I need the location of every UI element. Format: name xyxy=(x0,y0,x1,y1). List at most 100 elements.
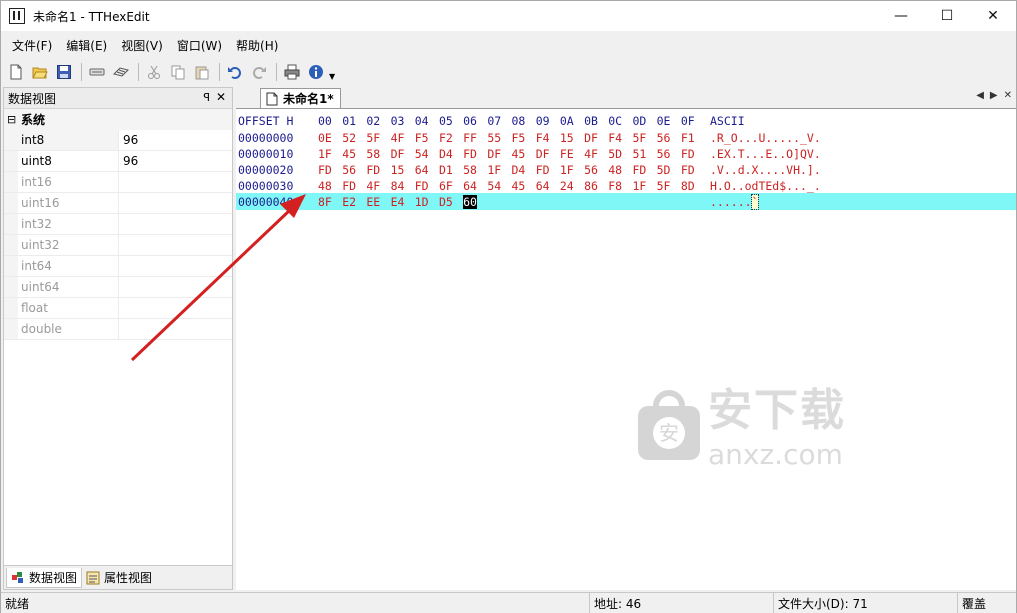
hex-byte[interactable]: EE xyxy=(366,195,390,209)
hex-byte[interactable]: FD xyxy=(415,179,439,193)
hex-byte[interactable]: FD xyxy=(536,163,560,177)
hex-byte[interactable]: 56 xyxy=(584,163,608,177)
hex-byte[interactable]: 5F xyxy=(657,179,681,193)
print-icon[interactable] xyxy=(281,61,303,83)
prop-value[interactable] xyxy=(119,277,232,297)
hex-byte[interactable]: 1F xyxy=(632,179,656,193)
hex-byte[interactable]: F1 xyxy=(681,131,705,145)
hex-byte[interactable]: D4 xyxy=(439,147,463,161)
hex-byte[interactable]: FD xyxy=(681,163,705,177)
paste-icon[interactable] xyxy=(191,61,213,83)
hex-byte[interactable]: 58 xyxy=(463,163,487,177)
prop-row-int32[interactable]: int32 xyxy=(4,214,232,235)
redo-icon[interactable] xyxy=(248,61,270,83)
hex-byte[interactable]: 1F xyxy=(560,163,584,177)
row-ascii[interactable]: .EX.T...E..O]QV. xyxy=(710,147,821,161)
hex-byte[interactable]: FE xyxy=(560,147,584,161)
hex-byte[interactable]: 24 xyxy=(560,179,584,193)
save-icon[interactable] xyxy=(53,61,75,83)
tab-document-1[interactable]: 未命名1* xyxy=(260,88,341,108)
row-ascii[interactable]: H.O..odTEd$..._. xyxy=(710,179,821,193)
hex-view[interactable]: OFFSET H 00 01 02 03 04 05 06 07 08 09 0A 0B 0C 0D 0E 0… xyxy=(236,108,1016,590)
dropdown-icon[interactable]: ▼ xyxy=(329,72,335,81)
hex-byte[interactable]: DF xyxy=(536,147,560,161)
hex-byte[interactable]: 64 xyxy=(536,179,560,193)
hex-byte[interactable]: 15 xyxy=(560,131,584,145)
prop-row-double[interactable]: double xyxy=(4,319,232,340)
prop-value[interactable] xyxy=(119,172,232,192)
prop-row-int8[interactable]: int8 96 xyxy=(4,130,232,151)
hex-byte[interactable]: 15 xyxy=(391,163,415,177)
hex-byte[interactable]: 64 xyxy=(463,179,487,193)
pin-icon[interactable]: ꟼ xyxy=(203,91,210,104)
hex-byte[interactable]: 48 xyxy=(318,179,342,193)
hex-row[interactable]: 00000040 8F E2 EE E4 1D D5 60 ......` xyxy=(236,193,1016,210)
hex-byte[interactable]: 45 xyxy=(512,147,536,161)
hex-byte[interactable]: 55 xyxy=(487,131,511,145)
hex-byte[interactable]: 52 xyxy=(342,131,366,145)
close-tab-icon[interactable]: ✕ xyxy=(1004,90,1012,101)
row-ascii[interactable]: ......` xyxy=(710,193,760,210)
hex-byte[interactable]: 1D xyxy=(415,195,439,209)
tab-data-view[interactable]: 数据视图 xyxy=(6,567,83,588)
hex-row[interactable]: 00000000 0E 52 5F 4F F5 F2 FF 55 F5 F4 15 DF F4 5F 56 F1… xyxy=(236,129,1016,146)
hex-byte[interactable]: FF xyxy=(463,131,487,145)
prop-row-float[interactable]: float xyxy=(4,298,232,319)
hex-byte[interactable]: D5 xyxy=(439,195,463,209)
row-ascii[interactable]: .V..d.X....VH.]. xyxy=(710,163,821,177)
hex-byte[interactable]: 8F xyxy=(318,195,342,209)
menu-help[interactable]: 帮助(H) xyxy=(229,37,285,54)
hex-byte[interactable]: 4F xyxy=(584,147,608,161)
hex-byte[interactable]: FD xyxy=(632,163,656,177)
hex-byte[interactable]: E4 xyxy=(391,195,415,209)
close-button[interactable]: ✕ xyxy=(970,1,1016,31)
new-file-icon[interactable] xyxy=(5,61,27,83)
hex-byte[interactable]: FD xyxy=(342,179,366,193)
maximize-button[interactable]: ☐ xyxy=(924,1,970,31)
hex-byte[interactable]: 54 xyxy=(415,147,439,161)
hex-byte[interactable]: 86 xyxy=(584,179,608,193)
hex-byte[interactable]: 6F xyxy=(439,179,463,193)
panel-close-icon[interactable]: ✕ xyxy=(216,90,226,104)
hex-row[interactable]: 00000010 1F 45 58 DF 54 D4 FD DF 45 DF FE 4F 5D 51 56 FD… xyxy=(236,145,1016,162)
pattern-icon[interactable] xyxy=(110,61,132,83)
hex-byte[interactable]: E2 xyxy=(342,195,366,209)
hex-byte[interactable]: DF xyxy=(584,131,608,145)
prop-value[interactable] xyxy=(119,214,232,234)
hex-byte[interactable]: 56 xyxy=(657,147,681,161)
prop-value[interactable] xyxy=(119,235,232,255)
prop-value[interactable]: 96 xyxy=(119,151,232,171)
menu-view[interactable]: 视图(V) xyxy=(114,37,170,54)
prop-row-uint32[interactable]: uint32 xyxy=(4,235,232,256)
collapse-icon[interactable]: ⊟ xyxy=(7,113,19,126)
prop-row-int64[interactable]: int64 xyxy=(4,256,232,277)
hex-byte[interactable]: 51 xyxy=(632,147,656,161)
hex-row[interactable]: 00000030 48 FD 4F 84 FD 6F 64 54 45 64 24 86 F8 1F 5F 8D… xyxy=(236,177,1016,194)
hex-byte[interactable]: D4 xyxy=(512,163,536,177)
hex-byte[interactable]: F5 xyxy=(415,131,439,145)
hex-byte[interactable]: F5 xyxy=(512,131,536,145)
prev-tab-icon[interactable]: ◀ xyxy=(976,90,984,101)
hex-byte[interactable]: 1F xyxy=(318,147,342,161)
prop-value[interactable] xyxy=(119,298,232,318)
hex-byte[interactable]: DF xyxy=(391,147,415,161)
info-icon[interactable] xyxy=(305,61,327,83)
hex-byte[interactable]: F8 xyxy=(608,179,632,193)
hex-byte[interactable]: 5F xyxy=(366,131,390,145)
prop-row-uint64[interactable]: uint64 xyxy=(4,277,232,298)
hex-byte[interactable]: 5D xyxy=(657,163,681,177)
menu-edit[interactable]: 编辑(E) xyxy=(59,37,114,54)
hex-byte[interactable]: D1 xyxy=(439,163,463,177)
next-tab-icon[interactable]: ▶ xyxy=(990,90,998,101)
hex-byte[interactable]: 64 xyxy=(415,163,439,177)
open-folder-icon[interactable] xyxy=(29,61,51,83)
hex-byte[interactable]: 45 xyxy=(512,179,536,193)
prop-value[interactable] xyxy=(119,319,232,339)
prop-value[interactable] xyxy=(119,256,232,276)
prop-row-uint16[interactable]: uint16 xyxy=(4,193,232,214)
cut-icon[interactable] xyxy=(143,61,165,83)
prop-row-uint8[interactable]: uint8 96 xyxy=(4,151,232,172)
copy-icon[interactable] xyxy=(167,61,189,83)
hex-byte[interactable]: DF xyxy=(487,147,511,161)
hex-byte[interactable]: 45 xyxy=(342,147,366,161)
